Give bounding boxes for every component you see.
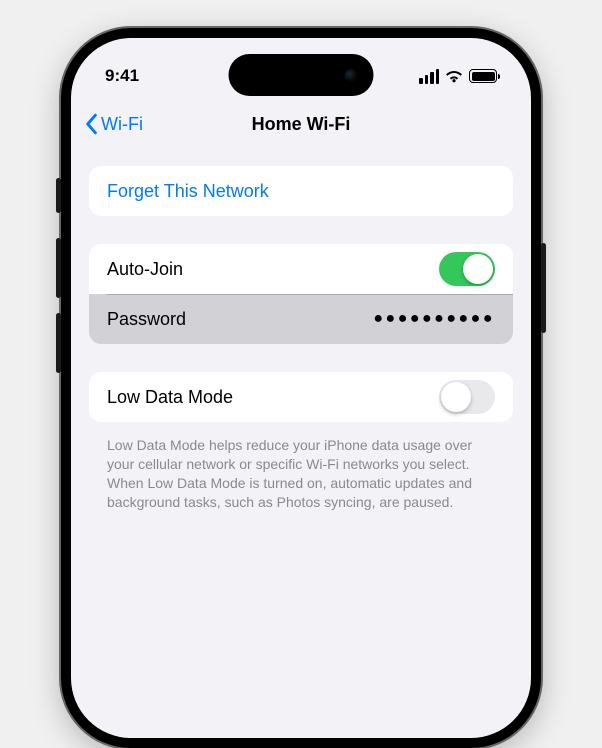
phone-frame: 9:41 Wi-Fi Home Wi-Fi Forget This Networ… [61, 28, 541, 748]
battery-icon [469, 69, 497, 83]
low-data-row: Low Data Mode [89, 372, 513, 422]
volume-up-button [56, 238, 61, 298]
auto-join-toggle[interactable] [439, 252, 495, 286]
password-value: ●●●●●●●●●● [373, 310, 495, 328]
low-data-toggle[interactable] [439, 380, 495, 414]
dynamic-island [229, 54, 374, 96]
join-group: Auto-Join Password ●●●●●●●●●● [89, 244, 513, 344]
forget-group: Forget This Network [89, 166, 513, 216]
password-label: Password [107, 309, 186, 330]
screen: 9:41 Wi-Fi Home Wi-Fi Forget This Networ… [71, 38, 531, 738]
nav-bar: Wi-Fi Home Wi-Fi [71, 100, 531, 148]
auto-join-label: Auto-Join [107, 259, 183, 280]
cellular-signal-icon [419, 69, 439, 84]
low-data-footer: Low Data Mode helps reduce your iPhone d… [89, 428, 513, 512]
wifi-icon [445, 70, 463, 83]
power-button [541, 243, 546, 333]
back-label: Wi-Fi [101, 114, 143, 135]
silent-switch [56, 178, 61, 213]
volume-down-button [56, 313, 61, 373]
page-title: Home Wi-Fi [252, 114, 351, 135]
low-data-group: Low Data Mode [89, 372, 513, 422]
back-button[interactable]: Wi-Fi [83, 113, 143, 135]
auto-join-row: Auto-Join [89, 244, 513, 294]
chevron-left-icon [83, 113, 99, 135]
status-time: 9:41 [105, 66, 139, 86]
forget-network-label: Forget This Network [107, 181, 269, 202]
low-data-label: Low Data Mode [107, 387, 233, 408]
password-row[interactable]: Password ●●●●●●●●●● [89, 294, 513, 344]
forget-network-button[interactable]: Forget This Network [89, 166, 513, 216]
front-camera-icon [345, 69, 358, 82]
